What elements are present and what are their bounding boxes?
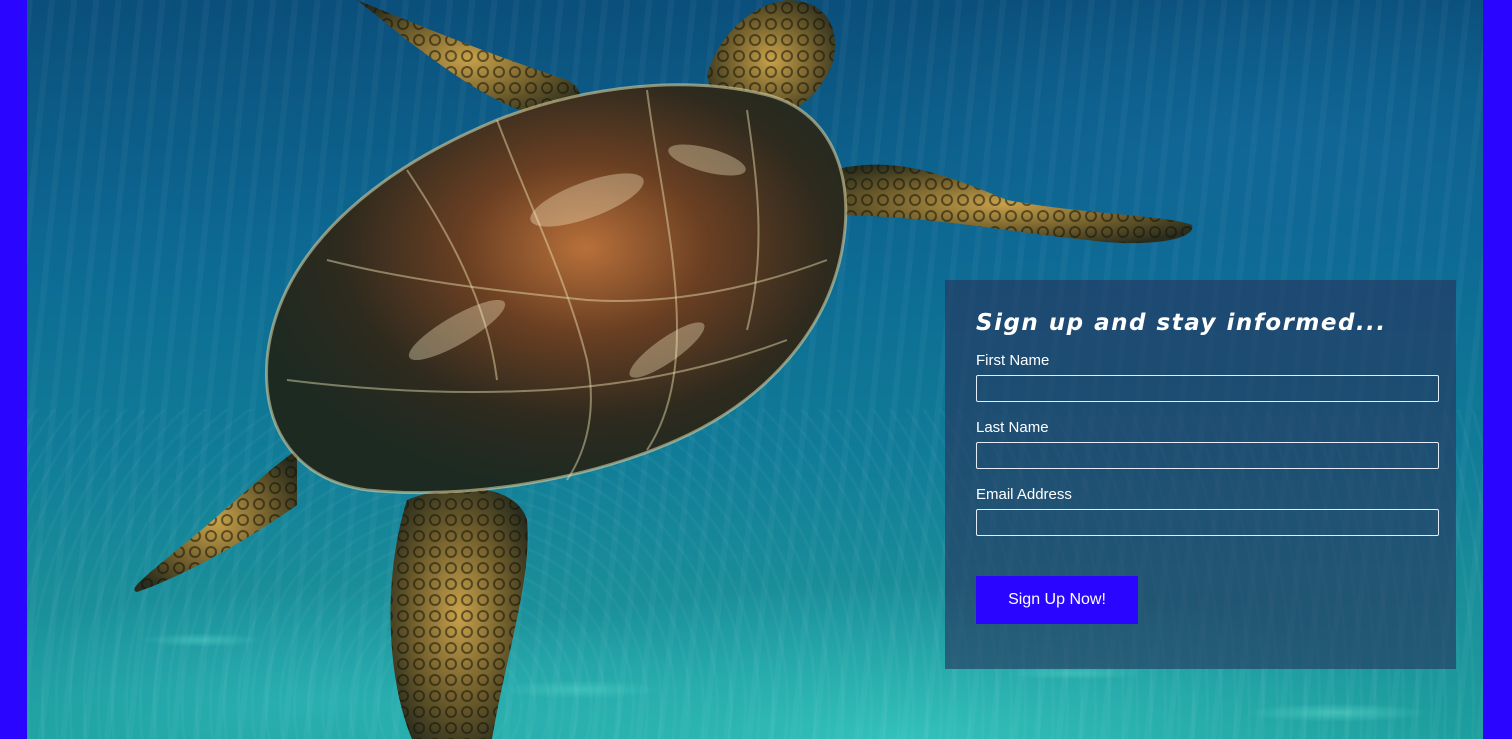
sign-up-button[interactable]: Sign Up Now! — [976, 576, 1138, 624]
signup-heading: Sign up and stay informed... — [976, 310, 1387, 336]
last-name-label: Last Name — [976, 419, 1049, 436]
signup-form-panel: Sign up and stay informed... First Name … — [945, 280, 1456, 669]
first-name-label: First Name — [976, 352, 1050, 369]
email-address-input[interactable] — [976, 509, 1439, 536]
last-name-input[interactable] — [976, 442, 1439, 469]
email-address-label: Email Address — [976, 486, 1072, 503]
first-name-input[interactable] — [976, 375, 1439, 402]
